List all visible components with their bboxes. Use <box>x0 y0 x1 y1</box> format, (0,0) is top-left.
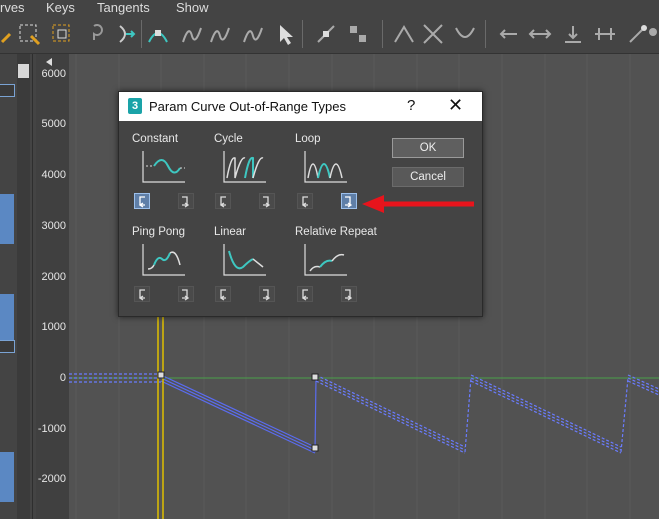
curve-extras-icon[interactable] <box>643 22 659 46</box>
break-tangents-icon[interactable] <box>314 22 338 46</box>
toolbar-separator <box>382 20 383 48</box>
cancel-button[interactable]: Cancel <box>392 167 464 187</box>
y-axis-label: -2000 <box>37 473 66 485</box>
key-point[interactable] <box>311 444 319 452</box>
curve-segment <box>160 374 316 454</box>
param-in-icon <box>138 196 145 208</box>
param-out-icon <box>345 196 353 208</box>
y-axis-label: 2000 <box>41 271 66 283</box>
constant-in-button[interactable] <box>134 193 150 209</box>
menu-keys[interactable]: Keys <box>46 0 75 16</box>
ok-button[interactable]: OK <box>392 138 464 158</box>
y-axis-label: 1000 <box>41 321 66 333</box>
linear-curve-icon[interactable] <box>223 243 267 277</box>
set-tangents-fast-icon[interactable] <box>392 22 416 46</box>
curve-segment <box>314 377 317 453</box>
controller-scrollbar[interactable] <box>17 54 30 519</box>
controller-item-selected[interactable] <box>0 194 14 244</box>
scroll-thumb[interactable] <box>18 64 29 78</box>
y-axis-label: -1000 <box>37 423 66 435</box>
step-tangent-icon[interactable] <box>241 22 265 46</box>
set-tangents-custom-icon[interactable] <box>453 22 477 46</box>
scale-keys-icon[interactable] <box>50 22 74 46</box>
cycle-in-button[interactable] <box>215 193 231 209</box>
ping-pong-in-button[interactable] <box>134 286 150 302</box>
constant-curve-icon[interactable] <box>142 150 186 184</box>
type-label-loop: Loop <box>295 133 321 145</box>
toolbar-separator <box>302 20 303 48</box>
param-out-icon <box>345 289 353 301</box>
linear-out-button[interactable] <box>259 286 275 302</box>
y-axis-label: 5000 <box>41 118 66 130</box>
type-label-cycle: Cycle <box>214 133 243 145</box>
ping-pong-curve-icon[interactable] <box>142 243 186 277</box>
param-in-icon <box>219 196 226 208</box>
dialog-title: Param Curve Out-of-Range Types <box>149 99 347 114</box>
constant-out-button[interactable] <box>178 193 194 209</box>
type-label-constant: Constant <box>132 133 179 145</box>
snap-icon[interactable] <box>84 22 108 46</box>
loop-curve-icon[interactable] <box>304 150 348 184</box>
loop-out-button[interactable] <box>341 193 357 209</box>
y-axis-label: 6000 <box>41 68 66 80</box>
annotation-arrow-icon <box>362 195 474 213</box>
y-axis-label: 3000 <box>41 220 66 232</box>
menu-bar: rves Keys Tangents Show <box>0 0 659 16</box>
type-label-ping-pong: Ping Pong <box>132 226 186 238</box>
controller-item-selected[interactable] <box>0 452 14 502</box>
dialog-title-bar: 3 Param Curve Out-of-Range Types ? ✕ <box>119 92 482 121</box>
region-select-icon[interactable] <box>17 22 41 46</box>
menu-tangents[interactable]: Tangents <box>97 0 150 16</box>
controller-item[interactable] <box>0 84 15 97</box>
param-in-icon <box>301 289 308 301</box>
unify-tangents-icon[interactable] <box>346 22 370 46</box>
curve-out-of-range-after <box>315 374 659 454</box>
type-label-relative-repeat: Relative Repeat <box>295 226 377 238</box>
auto-tangent-icon[interactable] <box>146 22 170 46</box>
select-pointer-icon[interactable] <box>274 22 298 46</box>
relative-repeat-in-button[interactable] <box>297 286 313 302</box>
y-axis-label: 0 <box>59 372 66 384</box>
cycle-curve-icon[interactable] <box>223 150 267 184</box>
move-horizontal-icon[interactable] <box>528 22 552 46</box>
param-out-icon <box>263 196 271 208</box>
cycle-out-button[interactable] <box>259 193 275 209</box>
param-in-icon <box>301 196 308 208</box>
toolbar-separator <box>141 20 142 48</box>
app-logo-icon: 3 <box>128 98 142 114</box>
move-vertical-icon[interactable] <box>561 22 585 46</box>
value-ruler: 6000 5000 4000 3000 2000 1000 0 -1000 -2… <box>36 54 69 519</box>
slow-tangent-icon[interactable] <box>208 22 232 46</box>
param-out-icon <box>182 196 190 208</box>
type-label-linear: Linear <box>214 226 246 238</box>
toolbar-separator <box>485 20 486 48</box>
param-in-icon <box>138 289 145 301</box>
menu-show[interactable]: Show <box>176 0 209 16</box>
y-axis-label: 4000 <box>41 169 66 181</box>
relative-repeat-out-button[interactable] <box>341 286 357 302</box>
param-out-icon <box>263 289 271 301</box>
menu-curves[interactable]: rves <box>0 0 25 16</box>
relative-repeat-curve-icon[interactable] <box>304 243 348 277</box>
lock-tangents-icon[interactable] <box>114 22 138 46</box>
track-loop-icon[interactable] <box>497 22 521 46</box>
param-in-icon <box>219 289 226 301</box>
key-point[interactable] <box>157 371 165 379</box>
linear-in-button[interactable] <box>215 286 231 302</box>
ping-pong-out-button[interactable] <box>178 286 194 302</box>
ruler-arrow-icon[interactable] <box>44 57 56 67</box>
loop-in-button[interactable] <box>297 193 313 209</box>
controller-item[interactable] <box>0 340 15 353</box>
set-tangents-linear-icon[interactable] <box>421 22 445 46</box>
smooth-tangent-icon[interactable] <box>180 22 204 46</box>
frame-range-icon[interactable] <box>593 22 617 46</box>
key-point[interactable] <box>311 373 319 381</box>
param-out-icon <box>182 289 190 301</box>
close-button[interactable]: ✕ <box>448 95 463 116</box>
help-button[interactable]: ? <box>407 97 415 114</box>
